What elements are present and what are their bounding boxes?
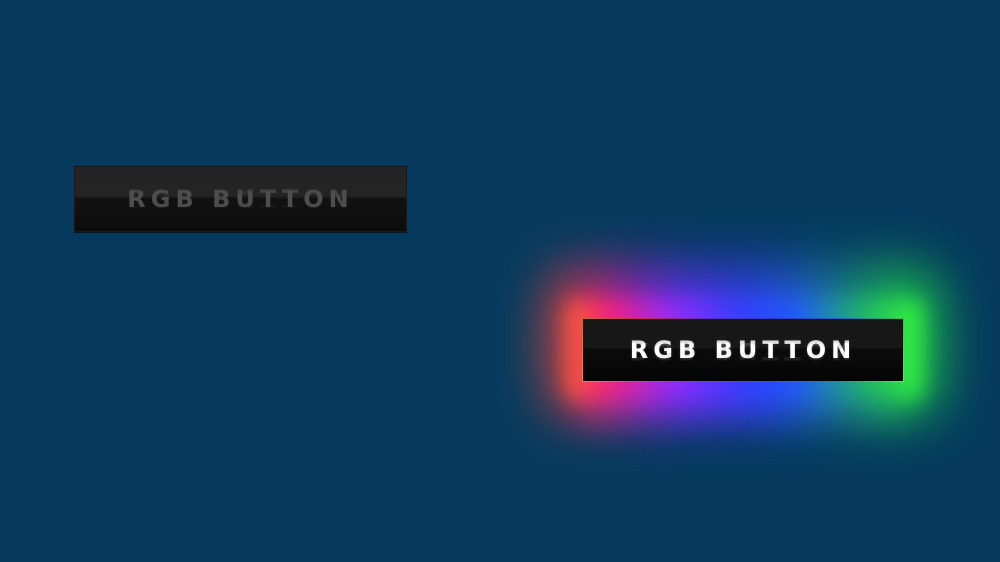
rgb-button-active-wrapper: RGB BUTTON RGB BUTTON [582,318,904,384]
rgb-button-idle-label: RGB BUTTON [127,185,354,213]
rgb-button-active-label: RGB BUTTON [629,336,857,364]
rgb-button-idle[interactable]: RGB BUTTON [74,166,407,232]
rgb-button-active[interactable]: RGB BUTTON [582,318,904,382]
scene-canvas: RGB BUTTON RGB BUTTON RGB BUTTON RGB BUT… [0,0,1000,562]
rgb-glow-reflection [580,384,906,424]
rgb-button-idle-wrapper: RGB BUTTON RGB BUTTON [74,166,407,232]
